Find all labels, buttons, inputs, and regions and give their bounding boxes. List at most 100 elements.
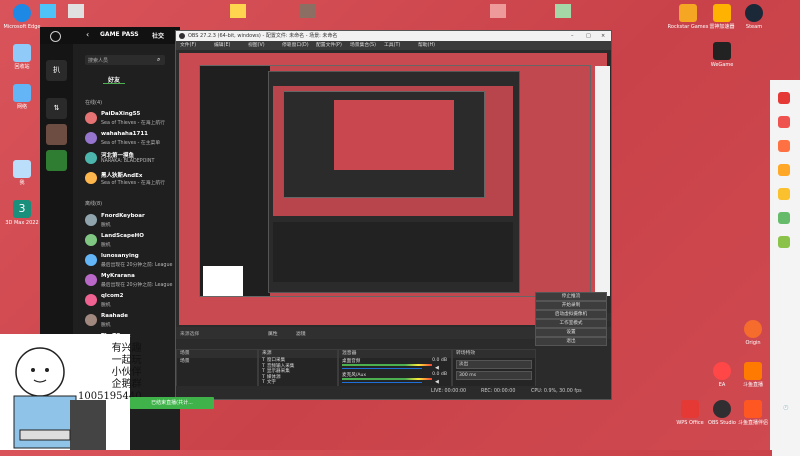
side-panel-icon[interactable]: [778, 188, 790, 200]
control-button[interactable]: 启动虚拟摄像机: [535, 310, 607, 319]
control-button[interactable]: 退出: [535, 337, 607, 346]
recycle-bin-desktop-icon[interactable]: 回收站: [0, 44, 44, 70]
friend-row[interactable]: 黑人狄斯AndEx Sea of Thieves - 在海上航行: [85, 170, 180, 190]
game-rail-icon[interactable]: [46, 124, 67, 145]
volume-slider[interactable]: [342, 382, 422, 383]
user-desktop-icon[interactable]: 我: [0, 160, 44, 186]
avatar: [85, 274, 97, 286]
rockstar-icon: [679, 4, 697, 22]
friend-row[interactable]: 河北第一摸鱼 NARAKA: BLADEPOINT: [85, 150, 180, 170]
overlay-line: 一起玩: [111, 355, 142, 366]
mixer-track: 桌面音频 0.0 dB ◀: [339, 358, 451, 372]
social-tab[interactable]: 社交: [152, 31, 164, 40]
search-box[interactable]: 搜索人员 ⌕: [85, 55, 165, 65]
xbox-logo-icon[interactable]: [50, 31, 61, 42]
clock-icon[interactable]: 🕐: [783, 406, 789, 411]
scene-item[interactable]: 场景: [177, 358, 257, 365]
game-rail-icon[interactable]: [46, 150, 67, 171]
document-icon: [13, 160, 31, 178]
sources-list: T 窗口采集 T 音频输入采集 T 显示器采集 T 媒体源 T 文字: [259, 358, 337, 386]
side-panel-icon[interactable]: [778, 212, 790, 224]
taskbar-tray: 🕐: [772, 400, 800, 456]
douyu-companion-icon: [744, 400, 762, 418]
friend-row[interactable]: Raahade 脱机: [85, 312, 180, 332]
douyu-icon: [744, 362, 762, 380]
friend-row[interactable]: LandScapeHO 脱机: [85, 232, 180, 252]
nested-capture: [199, 65, 610, 297]
menu-item[interactable]: 文件(F): [180, 41, 196, 50]
friend-row[interactable]: wahahaha1711 Sea of Thieves - 在主菜单: [85, 130, 180, 150]
avatar: [85, 214, 97, 226]
nested-sidebar: [595, 66, 610, 296]
search-icon[interactable]: ⌕: [157, 56, 160, 64]
offline-section-header: 离线(8): [85, 201, 103, 207]
friend-row[interactable]: PaiDaXing55 Sea of Thieves - 在海上航行: [85, 110, 180, 130]
volume-slider[interactable]: [342, 368, 422, 369]
nested-xbox-panel: [200, 66, 270, 296]
control-button[interactable]: 开始录制: [535, 301, 607, 310]
friend-row[interactable]: lunosanying 最后出现在 20分钟之前: League: [85, 252, 180, 272]
minimize-icon[interactable]: –: [571, 31, 574, 41]
game-icon[interactable]: [555, 4, 571, 18]
side-panel-icon[interactable]: [778, 164, 790, 176]
obs-status-bar: LIVE: 00:00:00 REC: 00:00:00 CPU: 0.9%, …: [176, 386, 611, 398]
nested-capture-2: [283, 91, 485, 198]
desktop-icon-label: 我: [19, 180, 25, 186]
side-panel-icon[interactable]: [778, 92, 790, 104]
menu-item[interactable]: 配置文件(P): [316, 41, 342, 50]
control-button[interactable]: 设置: [535, 328, 607, 337]
menu-item[interactable]: 视图(V): [248, 41, 265, 50]
maximize-icon[interactable]: □: [586, 31, 591, 41]
control-button[interactable]: 停止推流: [535, 292, 607, 301]
friend-row[interactable]: FnordKeyboar 脱机: [85, 212, 180, 232]
steam-desktop-icon[interactable]: Steam: [732, 4, 776, 30]
friend-row[interactable]: qlcom2 脱机: [85, 292, 180, 312]
side-panel-icon[interactable]: [778, 236, 790, 248]
menu-item[interactable]: 帮助(H): [418, 41, 435, 50]
desktop-icon-label: 网络: [16, 104, 27, 110]
search-input[interactable]: 搜索人员: [88, 57, 108, 64]
duration-value: 300 ms: [459, 373, 477, 378]
origin-desktop-icon[interactable]: Origin: [731, 320, 775, 346]
overlay-line: 企鹅群: [111, 379, 142, 390]
source-item[interactable]: T 文字: [259, 380, 337, 386]
edge-desktop-icon[interactable]: Microsoft Edge: [0, 4, 44, 30]
source-label: 媒体源: [266, 374, 281, 380]
menu-item[interactable]: 场景集合(S): [350, 41, 376, 50]
overlay-line: 小伙伴: [111, 367, 142, 378]
app-icon[interactable]: [68, 4, 84, 18]
douyu-desktop-icon[interactable]: 斗鱼直播: [731, 362, 775, 388]
mixer-list: 桌面音频 0.0 dB ◀ 麦克风/Aux 0.0 dB ◀: [339, 358, 451, 386]
shortcut-icon[interactable]: [300, 4, 316, 18]
back-icon[interactable]: ‹: [86, 30, 89, 39]
3dmax-desktop-icon[interactable]: 3 3D Max 2022: [0, 200, 44, 226]
game-pass-tab[interactable]: GAME PASS: [100, 31, 139, 38]
menu-item[interactable]: 工具(T): [384, 41, 400, 50]
filters-button[interactable]: 滤镜: [296, 330, 306, 337]
menu-item[interactable]: 编辑(E): [214, 41, 230, 50]
sort-rail-icon[interactable]: ⇅: [46, 98, 67, 119]
speaker-icon[interactable]: ◀: [435, 365, 439, 371]
close-icon[interactable]: ×: [601, 31, 605, 41]
pubg-icon[interactable]: [230, 4, 246, 18]
game-icon[interactable]: [490, 4, 506, 18]
properties-button[interactable]: 属性: [268, 330, 278, 337]
menu-item[interactable]: 停靠窗口(D): [282, 41, 309, 50]
wegame-desktop-icon[interactable]: WeGame: [700, 42, 744, 68]
transition-select[interactable]: 淡出: [456, 360, 532, 369]
friend-row[interactable]: MyKrarana 最后出现在 20分钟之前: League: [85, 272, 180, 292]
duration-field[interactable]: 300 ms: [456, 371, 532, 380]
avatar: [85, 132, 97, 144]
speaker-icon[interactable]: ◀: [435, 379, 439, 385]
friends-rail-icon[interactable]: 扒: [46, 60, 67, 81]
side-panel-icon[interactable]: [778, 140, 790, 152]
control-button[interactable]: 工作室模式: [535, 319, 607, 328]
folder-icon[interactable]: [40, 4, 56, 18]
side-panel-icon[interactable]: [778, 116, 790, 128]
network-desktop-icon[interactable]: 网络: [0, 84, 44, 110]
douyu-companion-desktop-icon[interactable]: 斗鱼直播伴侣: [731, 400, 775, 426]
obs-icon: [713, 400, 731, 418]
stream-status-bar[interactable]: 已结束直播(共计...: [130, 397, 214, 409]
obs-preview[interactable]: [179, 53, 610, 325]
friend-status: Sea of Thieves - 在主菜单: [101, 141, 161, 146]
